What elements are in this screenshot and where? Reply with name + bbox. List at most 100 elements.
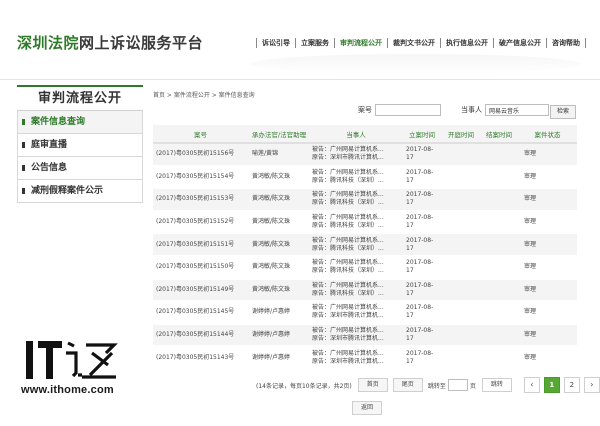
table-row[interactable]: (2017)粤0305民初15153号 黄鸿敏/陈文珠 被告：广州网易计算机系...… (153, 188, 577, 212)
filing-date-line2: 17 (406, 176, 414, 184)
party-plaintiff: 原告：腾讯科技（深圳）... (312, 267, 384, 275)
cell-parties: 被告：广州网易计算机系... 原告：深圳市腾讯计算机... (310, 346, 402, 370)
cell-case-no[interactable]: (2017)粤0305民初15154号 (153, 165, 248, 190)
cell-parties: 被告：广州网易计算机系... 原告：腾讯科技（深圳）... (310, 188, 402, 212)
sidebar-item-case-query[interactable]: 案件信息查询 (17, 111, 143, 134)
filing-date-line1: 2017-08- (406, 327, 434, 335)
cell-status: 审理 (518, 143, 577, 167)
cell-case-no[interactable]: (2017)粤0305民初15144号 (153, 323, 248, 348)
cell-judge: 谢婷婷/卢惠婷 (248, 346, 310, 370)
sidebar-item-parole-cases[interactable]: 减刑假释案件公示 (17, 180, 143, 203)
filing-date-line1: 2017-08- (406, 236, 434, 244)
case-no-label: 案号 (358, 106, 372, 114)
cell-filing-date: 2017-08- 17 (402, 301, 442, 325)
nav-item-trial-process[interactable]: 审判流程公开 (334, 38, 387, 48)
header-decoration (250, 54, 580, 74)
cell-closing-date (480, 233, 518, 257)
sidebar-item-announcements[interactable]: 公告信息 (17, 157, 143, 180)
cell-filing-date: 2017-08- 17 (402, 165, 442, 190)
cell-case-no[interactable]: (2017)粤0305民初15151号 (153, 233, 248, 257)
cell-hearing-date (442, 323, 480, 348)
table-row[interactable]: (2017)粤0305民初15154号 黄鸿敏/陈文珠 被告：广州网易计算机系...… (153, 165, 577, 190)
cell-status: 审理 (518, 233, 577, 257)
cell-hearing-date (442, 301, 480, 325)
first-page-button[interactable]: 首页 (357, 378, 388, 392)
search-bar: 案号 当事人 (358, 104, 549, 116)
cell-status: 审理 (518, 346, 577, 370)
pagination: (14条记录，每页10条记录，共2页) 首页 尾页 跳转至 页 跳转 ‹ 1 2… (256, 377, 600, 393)
cell-status: 审理 (518, 165, 577, 190)
header-divider (0, 79, 600, 80)
next-page-icon[interactable]: › (583, 377, 600, 393)
nav-item-litigation-guide[interactable]: 诉讼引导 (256, 38, 295, 48)
column-header-parties: 当事人 (310, 125, 402, 144)
party-defendant: 被告：广州网易计算机系... (312, 168, 384, 176)
cell-case-no[interactable]: (2017)粤0305民初15143号 (153, 346, 248, 370)
party-plaintiff: 原告：深圳市腾讯计算机... (312, 312, 384, 320)
sidebar-item-label: 公告信息 (31, 163, 68, 173)
nav-item-execution-info[interactable]: 执行信息公开 (440, 38, 493, 48)
cell-case-no[interactable]: (2017)粤0305民初15149号 (153, 278, 248, 303)
cell-filing-date: 2017-08- 17 (402, 323, 442, 348)
cell-hearing-date (442, 210, 480, 235)
filing-date-line1: 2017-08- (406, 281, 434, 289)
nav-item-judgment-documents[interactable]: 裁判文书公开 (387, 38, 440, 48)
nav-item-filing-service[interactable]: 立案服务 (295, 38, 334, 48)
table-row[interactable]: (2017)粤0305民初15144号 谢婷婷/卢惠婷 被告：广州网易计算机系...… (153, 323, 577, 348)
cell-case-no[interactable]: (2017)粤0305民初15150号 (153, 255, 248, 280)
page-number-1[interactable]: 1 (543, 377, 560, 393)
last-page-button[interactable]: 尾页 (392, 378, 423, 392)
cell-status: 审理 (518, 278, 577, 303)
table-row[interactable]: (2017)粤0305民初15151号 黄鸿敏/陈文珠 被告：广州网易计算机系...… (153, 233, 577, 257)
bullet-icon (22, 188, 25, 194)
cell-closing-date (480, 346, 518, 370)
column-header-judge: 承办法官/法官助理 (248, 125, 310, 144)
column-header-hearing-date: 开庭时间 (442, 125, 480, 144)
filing-date-line1: 2017-08- (406, 214, 434, 222)
table-row[interactable]: (2017)粤0305民初15145号 谢婷婷/卢惠婷 被告：广州网易计算机系...… (153, 301, 577, 325)
cell-closing-date (480, 301, 518, 325)
case-no-input[interactable] (375, 104, 441, 116)
search-button[interactable]: 检索 (550, 105, 576, 119)
nav-item-bankruptcy-info[interactable]: 破产信息公开 (493, 38, 546, 48)
table-row[interactable]: (2017)粤0305民初15152号 黄鸿敏/陈文珠 被告：广州网易计算机系...… (153, 210, 577, 235)
cell-parties: 被告：广州网易计算机系... 原告：深圳市腾讯计算机... (310, 301, 402, 325)
cell-judge: 黄鸿敏/陈文珠 (248, 255, 310, 280)
cell-filing-date: 2017-08- 17 (402, 346, 442, 370)
jump-button[interactable]: 跳转 (481, 378, 512, 392)
bullet-icon (22, 165, 25, 171)
table-row[interactable]: (2017)粤0305民初15143号 谢婷婷/卢惠婷 被告：广州网易计算机系...… (153, 346, 577, 370)
cell-hearing-date (442, 165, 480, 190)
breadcrumb[interactable]: 首页 > 案件流程公开 > 案件信息查询 (153, 90, 255, 99)
filing-date-line2: 17 (406, 335, 414, 343)
cell-hearing-date (442, 188, 480, 212)
table-row[interactable]: (2017)粤0305民初15156号 喻莲/黄锦 被告：广州网易计算机系... 原告… (153, 143, 577, 167)
site-title-court: 深圳法院 (17, 34, 80, 52)
table-row[interactable]: (2017)粤0305民初15149号 黄鸿敏/陈文珠 被告：广州网易计算机系...… (153, 278, 577, 303)
sidebar-item-live-trial[interactable]: 庭审直播 (17, 134, 143, 157)
party-plaintiff: 原告：深圳市腾讯计算机... (312, 335, 384, 343)
page-number-2[interactable]: 2 (563, 377, 580, 393)
cell-status: 审理 (518, 255, 577, 280)
cell-filing-date: 2017-08- 17 (402, 143, 442, 167)
cell-case-no[interactable]: (2017)粤0305民初15152号 (153, 210, 248, 235)
cell-case-no[interactable]: (2017)粤0305民初15153号 (153, 188, 248, 212)
prev-page-icon[interactable]: ‹ (523, 377, 540, 393)
party-plaintiff: 原告：深圳市腾讯计算机... (312, 154, 384, 162)
nav-item-help[interactable]: 咨询帮助 (546, 38, 586, 48)
cell-case-no[interactable]: (2017)粤0305民初15156号 (153, 143, 248, 167)
table-row[interactable]: (2017)粤0305民初15150号 黄鸿敏/陈文珠 被告：广州网易计算机系...… (153, 255, 577, 280)
jump-page-input[interactable] (447, 379, 468, 391)
cell-case-no[interactable]: (2017)粤0305民初15145号 (153, 301, 248, 325)
party-defendant: 被告：广州网易计算机系... (312, 236, 384, 244)
party-input[interactable] (485, 104, 549, 116)
cell-status: 审理 (518, 188, 577, 212)
cell-closing-date (480, 210, 518, 235)
cell-filing-date: 2017-08- 17 (402, 278, 442, 303)
back-button[interactable]: 返回 (352, 401, 383, 415)
cell-parties: 被告：广州网易计算机系... 原告：腾讯科技（深圳）... (310, 278, 402, 303)
bullet-icon (22, 119, 25, 125)
filing-date-line2: 17 (406, 154, 414, 162)
site-logo[interactable]: 深圳法院网上诉讼服务平台 (17, 32, 203, 53)
party-label: 当事人 (461, 106, 482, 114)
